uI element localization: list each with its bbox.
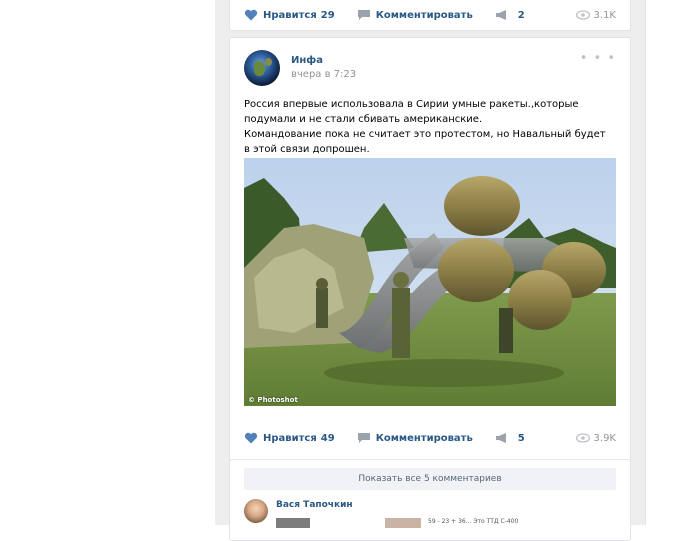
like-label: Нравится xyxy=(263,432,317,444)
post-card: Инфа вчера в 7:23 • • • Россия впервые и… xyxy=(229,37,631,461)
post-author[interactable]: Инфа xyxy=(291,55,323,66)
like-button[interactable]: Нравится 49 xyxy=(244,432,335,444)
like-button[interactable]: Нравится 29 xyxy=(244,9,335,21)
views-counter: 3.1K xyxy=(575,9,616,21)
post-text: Россия впервые использовала в Сирии умны… xyxy=(244,97,614,157)
post-text-line: Россия впервые использовала в Сирии умны… xyxy=(244,99,579,125)
commenter-name[interactable]: Вася Тапочкин xyxy=(276,500,353,510)
more-dots-icon[interactable]: • • • xyxy=(580,52,616,65)
post-time[interactable]: вчера в 7:23 xyxy=(291,69,356,80)
show-all-comments-button[interactable]: Показать все 5 комментариев xyxy=(244,468,616,490)
comment-button[interactable]: Комментировать xyxy=(357,432,473,444)
views-counter: 3.9K xyxy=(575,432,616,444)
share-button[interactable]: 2 xyxy=(495,9,525,21)
comment-bubble-icon xyxy=(357,10,370,20)
comment-snippet: 59 - 23 + 36... Это ТТД С-400 xyxy=(428,518,519,525)
comment-label: Комментировать xyxy=(375,432,473,444)
right-column-divider xyxy=(645,0,646,525)
comment-image[interactable] xyxy=(276,518,310,528)
comment-label: Комментировать xyxy=(375,9,473,21)
share-button[interactable]: 5 xyxy=(495,432,525,444)
post-photo[interactable]: © Photoshot xyxy=(244,158,616,406)
eye-icon xyxy=(575,10,590,20)
megaphone-icon xyxy=(495,10,506,20)
like-label: Нравится xyxy=(263,9,317,21)
views-count: 3.9K xyxy=(593,432,616,444)
share-count: 5 xyxy=(517,432,525,444)
photo-watermark: © Photoshot xyxy=(248,396,298,404)
heart-icon xyxy=(244,9,258,21)
commenter-avatar[interactable] xyxy=(244,499,268,523)
post-text-line: Командование пока не считает это протест… xyxy=(244,129,606,155)
heart-icon xyxy=(244,432,258,444)
author-avatar[interactable] xyxy=(244,50,280,86)
eye-icon xyxy=(575,433,590,443)
previous-post-actions: Нравится 29 Комментировать 2 3.1K xyxy=(244,7,616,23)
comment-button[interactable]: Комментировать xyxy=(357,9,473,21)
previous-post-card: Нравится 29 Комментировать 2 3.1K xyxy=(229,0,631,31)
comment-bubble-icon xyxy=(357,433,370,443)
like-count: 49 xyxy=(320,432,335,444)
views-count: 3.1K xyxy=(593,9,616,21)
share-count: 2 xyxy=(517,9,525,21)
megaphone-icon xyxy=(495,433,506,443)
like-count: 29 xyxy=(320,9,335,21)
post-actions: Нравится 49 Комментировать 5 3.9K xyxy=(244,430,616,446)
comments-section: Показать все 5 комментариев Вася Тапочки… xyxy=(229,459,631,541)
photo-inflatable-missiles xyxy=(244,158,616,406)
comment-image[interactable] xyxy=(385,518,421,528)
